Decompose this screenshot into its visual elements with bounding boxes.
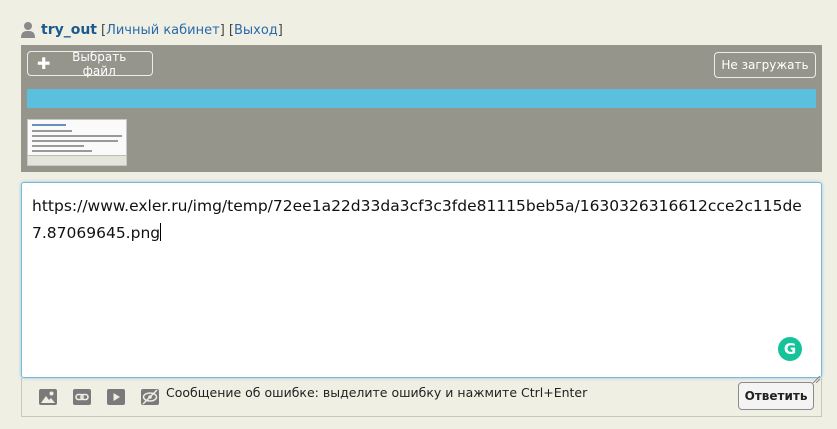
upload-panel: ✚ Выбрать файл Не загружать — [21, 45, 822, 172]
plus-icon: ✚ — [37, 53, 51, 73]
reply-label: Ответить — [744, 389, 808, 403]
reply-button[interactable]: Ответить — [738, 382, 814, 410]
error-report-hint: Сообщение об ошибке: выделите ошибку и н… — [166, 385, 588, 400]
link-icon[interactable] — [72, 388, 92, 406]
text-caret — [160, 223, 162, 241]
image-icon[interactable] — [38, 388, 58, 406]
choose-file-button[interactable]: ✚ Выбрать файл — [27, 49, 153, 78]
no-upload-label: Не загружать — [721, 58, 809, 72]
editor-toolbar: Сообщение об ошибке: выделите ошибку и н… — [21, 378, 822, 417]
video-icon[interactable] — [106, 388, 126, 406]
upload-progress-bar — [27, 89, 816, 108]
bracket-close: ] — [277, 22, 283, 38]
username-link[interactable]: try_out — [41, 22, 97, 38]
hide-spoiler-icon[interactable] — [140, 388, 160, 406]
personal-cabinet-link[interactable]: Личный кабинет — [106, 23, 220, 38]
choose-file-label: Выбрать файл — [72, 49, 127, 78]
user-bar: try_out [ Личный кабинет ] [ Выход ] — [20, 20, 283, 40]
comment-form-page: try_out [ Личный кабинет ] [ Выход ] ✚ В… — [0, 0, 837, 429]
grammarly-icon[interactable]: G — [778, 337, 802, 361]
no-upload-button[interactable]: Не загружать — [714, 52, 816, 78]
uploaded-image-thumbnail[interactable] — [27, 119, 127, 166]
user-icon — [20, 21, 36, 39]
comment-text-content: https://www.exler.ru/img/temp/72ee1a22d3… — [32, 193, 811, 247]
bracket-separator: ] [ — [219, 22, 234, 38]
grammarly-letter: G — [783, 340, 797, 358]
logout-link[interactable]: Выход — [234, 23, 278, 38]
comment-text-value: https://www.exler.ru/img/temp/72ee1a22d3… — [32, 197, 802, 242]
comment-textarea[interactable]: https://www.exler.ru/img/temp/72ee1a22d3… — [21, 182, 822, 384]
resize-handle-icon[interactable] — [812, 368, 821, 384]
upload-progress-fill — [27, 89, 816, 108]
